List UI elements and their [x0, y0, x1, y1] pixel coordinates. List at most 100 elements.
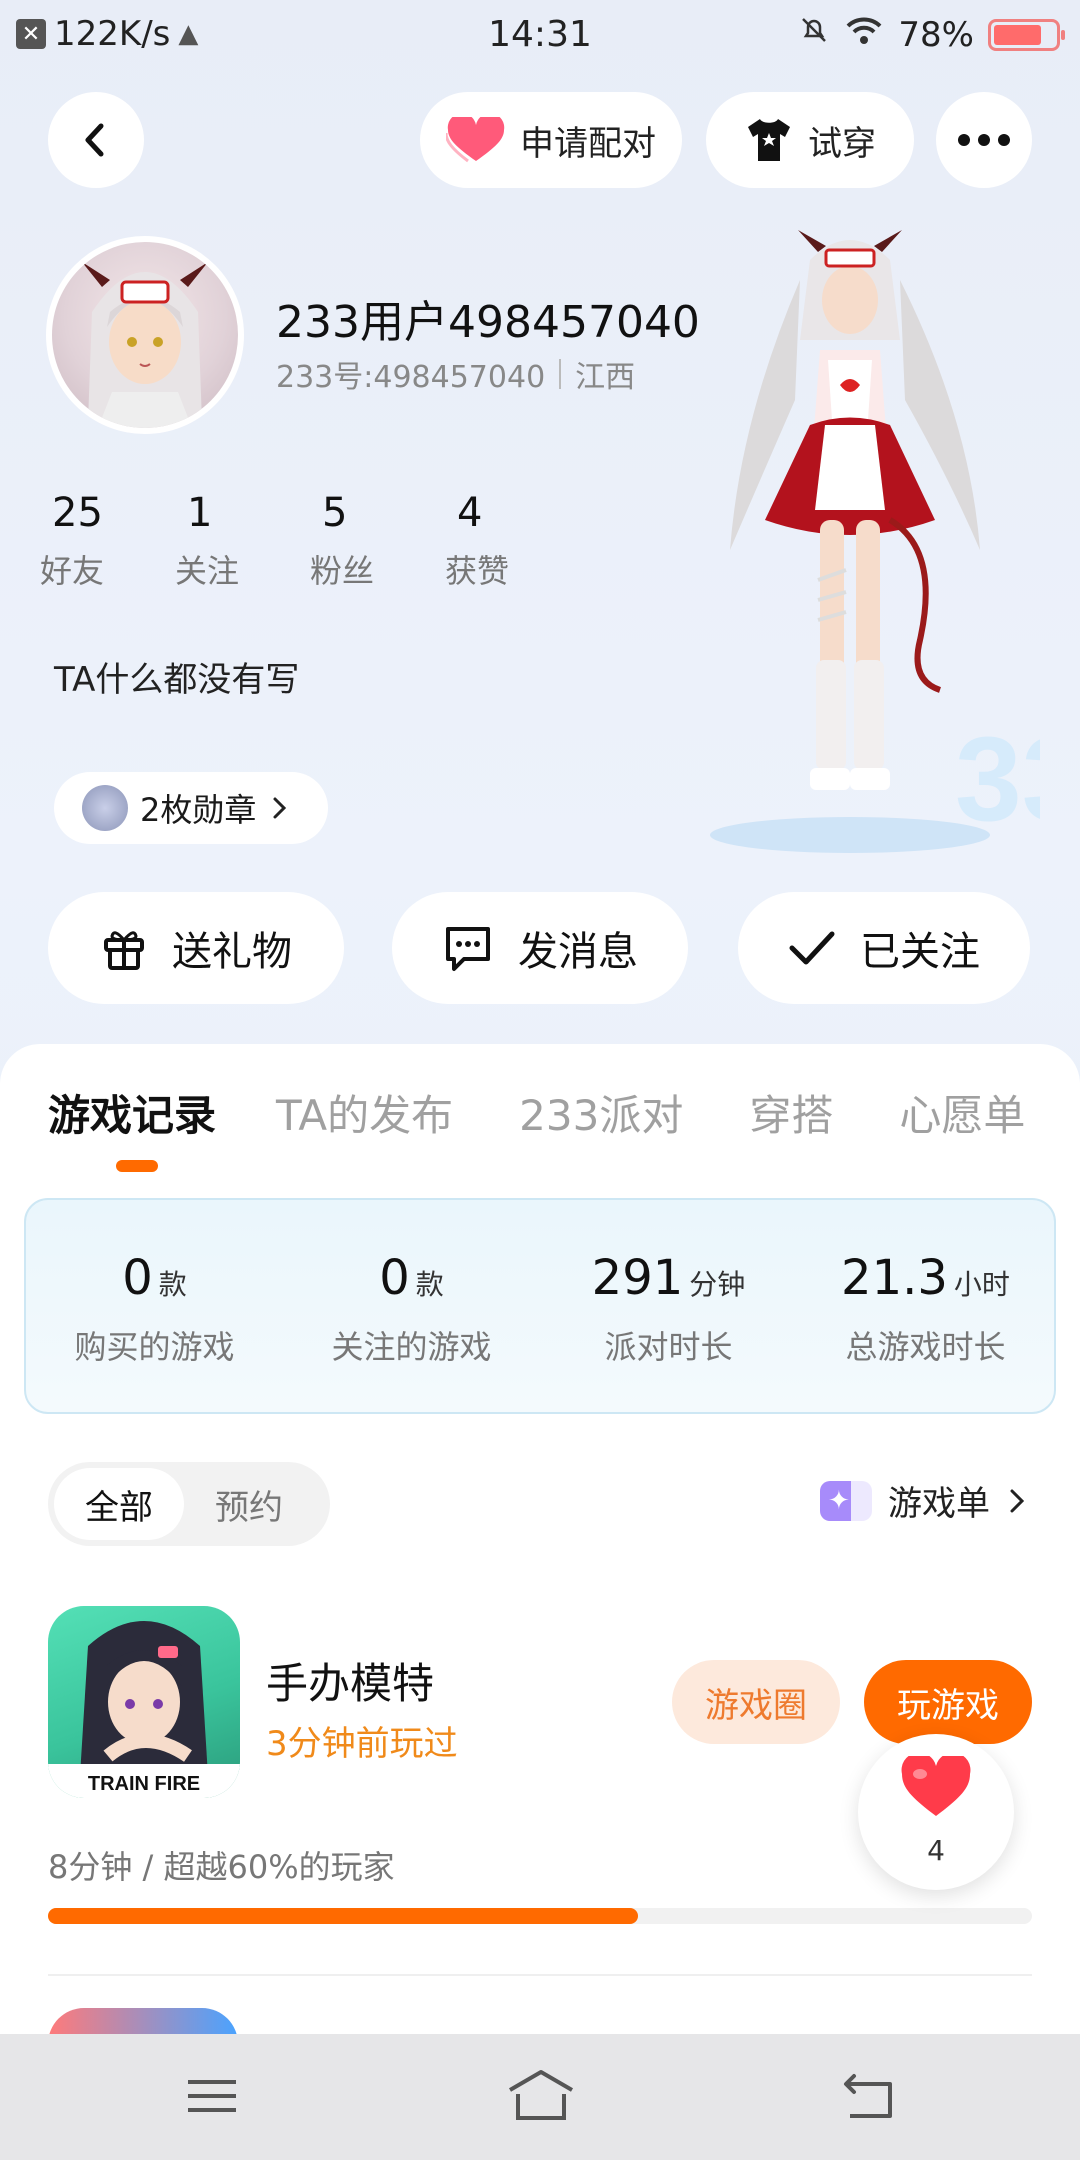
send-gift-button[interactable]: 送礼物	[48, 892, 344, 1004]
send-gift-label: 送礼物	[172, 929, 292, 975]
pair-request-label: 申请配对	[520, 123, 656, 164]
battery-percent: 78%	[898, 14, 974, 55]
game-last-played: 3分钟前玩过	[266, 1724, 458, 1764]
tab-posts[interactable]: TA的发布	[276, 1082, 453, 1143]
tab-active-indicator	[116, 1160, 158, 1172]
floating-like-button[interactable]: 4	[858, 1734, 1014, 1890]
stat-likes[interactable]: 4 获赞	[445, 490, 580, 592]
game-list-label: 游戏单	[888, 1484, 990, 1524]
back-nav-icon[interactable]	[840, 2068, 896, 2124]
filter-all[interactable]: 全部	[54, 1468, 184, 1540]
like-count: 4	[927, 1834, 945, 1867]
game-list-link[interactable]: ✦ 游戏单	[820, 1476, 1028, 1525]
game-icon[interactable]: TRAIN FIRE	[48, 1606, 240, 1798]
game-summary-panel: 0款 购买的游戏 0款 关注的游戏 291 分钟 派对时长 21.3 小时 总游戏时…	[24, 1198, 1056, 1414]
gift-icon	[104, 931, 144, 970]
system-nav-bar	[0, 2034, 1080, 2160]
game-filter-segment: 全部 预约	[48, 1462, 330, 1546]
user-id-row: 233号:498457040 江西	[276, 352, 635, 396]
badges-label: 2枚勋章	[140, 791, 257, 829]
more-dots-icon	[958, 134, 1010, 146]
stat-value: 1	[187, 490, 213, 536]
followed-label: 已关注	[860, 929, 980, 975]
summary-purchased: 0款 购买的游戏	[26, 1200, 283, 1412]
more-button[interactable]	[936, 92, 1032, 188]
profile-bio: TA什么都没有写	[54, 660, 300, 700]
character-model-image: 33	[710, 230, 1040, 853]
menu-icon[interactable]	[184, 2068, 240, 2124]
stat-following[interactable]: 1 关注	[175, 490, 310, 592]
avatar[interactable]	[46, 236, 244, 434]
battery-icon	[988, 18, 1065, 51]
profile-tabs: 游戏记录 TA的发布 233派对 穿搭 心愿单	[48, 1082, 1025, 1143]
chevron-right-icon	[1010, 1489, 1025, 1512]
game-progress-bar	[48, 1908, 1032, 1924]
tab-party[interactable]: 233派对	[519, 1082, 683, 1143]
user-region: 江西	[575, 360, 636, 395]
send-message-label: 发消息	[518, 929, 638, 975]
summary-value: 0	[122, 1250, 153, 1306]
followed-button[interactable]: 已关注	[738, 892, 1030, 1004]
stat-value: 25	[52, 490, 103, 536]
tab-game-records[interactable]: 游戏记录	[48, 1082, 216, 1143]
chevron-right-icon	[273, 797, 287, 819]
filter-reserve[interactable]: 预约	[184, 1468, 314, 1540]
divider	[48, 1974, 1032, 1976]
divider	[559, 359, 562, 389]
home-icon[interactable]	[506, 2068, 576, 2124]
progress-fill	[48, 1908, 639, 1924]
summary-unit: 小时	[953, 1268, 1010, 1301]
summary-label: 购买的游戏	[74, 1328, 235, 1366]
game-play-stat: 8分钟 / 超越60%的玩家	[48, 1848, 395, 1886]
summary-unit: 款	[415, 1268, 444, 1301]
summary-label: 派对时长	[604, 1328, 733, 1366]
stat-value: 4	[457, 490, 483, 536]
summary-total-time: 21.3 小时 总游戏时长	[797, 1200, 1054, 1412]
profile-stats: 25 好友 1 关注 5 粉丝 4 获赞	[40, 490, 580, 592]
pair-request-button[interactable]: 申请配对	[420, 92, 682, 188]
message-bubble-icon	[446, 927, 490, 971]
summary-unit: 款	[158, 1268, 187, 1301]
try-on-button[interactable]: 试穿	[706, 92, 914, 188]
badges-button[interactable]: 2枚勋章	[54, 772, 328, 844]
stat-label: 好友	[40, 552, 105, 590]
summary-label: 关注的游戏	[331, 1328, 492, 1366]
back-button[interactable]	[48, 92, 144, 188]
stat-label: 获赞	[445, 552, 510, 590]
tshirt-icon	[748, 119, 790, 161]
mute-bell-icon	[798, 14, 830, 55]
summary-followed-games: 0款 关注的游戏	[283, 1200, 540, 1412]
game-title: 手办模特	[266, 1659, 435, 1708]
stat-fans[interactable]: 5 粉丝	[310, 490, 445, 592]
badge-icon	[82, 785, 128, 831]
stat-value: 5	[322, 490, 348, 536]
checkmark-icon	[789, 931, 835, 965]
send-message-button[interactable]: 发消息	[392, 892, 688, 1004]
summary-value: 291	[591, 1250, 684, 1306]
summary-party-time: 291 分钟 派对时长	[540, 1200, 797, 1412]
chevron-left-icon	[85, 123, 104, 157]
status-bar: ✕ 122K/s ▲ 14:31 78%	[0, 0, 1080, 72]
heart-icon	[901, 1756, 971, 1816]
summary-value: 0	[379, 1250, 410, 1306]
try-on-label: 试穿	[808, 123, 876, 164]
stat-friends[interactable]: 25 好友	[40, 490, 175, 592]
summary-label: 总游戏时长	[845, 1328, 1006, 1366]
summary-value: 21.3	[841, 1250, 948, 1306]
stat-label: 关注	[175, 552, 240, 590]
game-circle-button[interactable]: 游戏圈	[672, 1660, 840, 1744]
stat-label: 粉丝	[310, 552, 375, 590]
svg-text:33: 33	[955, 712, 1040, 846]
wifi-icon	[844, 14, 884, 55]
summary-unit: 分钟	[689, 1268, 746, 1301]
avatar-character-image	[82, 262, 208, 428]
play-game-button[interactable]: 玩游戏	[864, 1660, 1032, 1744]
tab-wishlist[interactable]: 心愿单	[899, 1082, 1025, 1143]
user-id: 233号:498457040	[276, 360, 546, 395]
tab-outfits[interactable]: 穿搭	[749, 1082, 833, 1143]
game-cover-art: TRAIN FIRE	[48, 1621, 240, 1798]
heart-icon	[446, 117, 505, 163]
username: 233用户498457040	[276, 297, 700, 348]
game-icon-caption: TRAIN FIRE	[88, 1773, 200, 1795]
sparkle-icon: ✦	[820, 1480, 872, 1521]
